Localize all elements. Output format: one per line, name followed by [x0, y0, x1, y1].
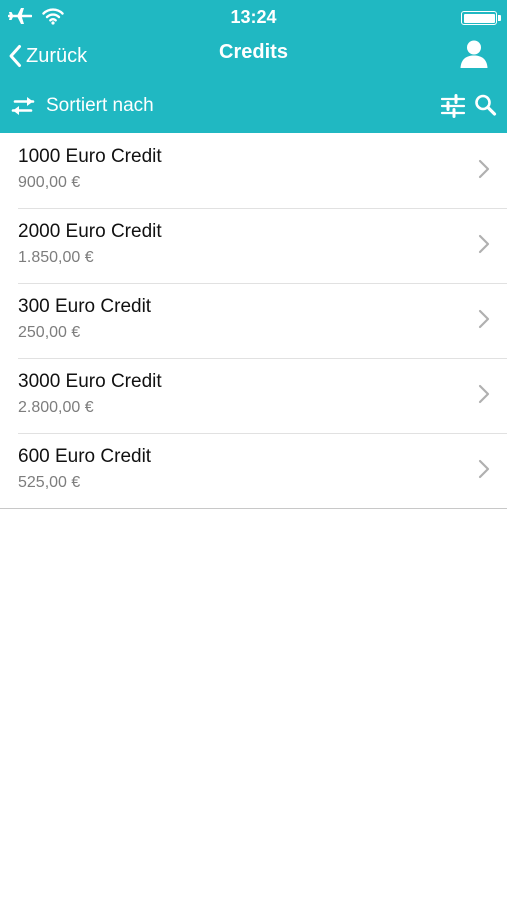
credits-list: 1000 Euro Credit 900,00 € 2000 Euro Cred… [0, 133, 507, 509]
item-title: 300 Euro Credit [18, 296, 152, 317]
chevron-left-icon [9, 45, 21, 67]
list-item[interactable]: 1000 Euro Credit 900,00 € [0, 133, 507, 208]
list-item[interactable]: 300 Euro Credit 250,00 € [0, 283, 507, 358]
list-item[interactable]: 600 Euro Credit 525,00 € [0, 433, 507, 508]
app-header: 13:24 Zurück Credits Sortiert nach [0, 0, 507, 133]
list-item[interactable]: 2000 Euro Credit 1.850,00 € [0, 208, 507, 283]
item-price: 525,00 € [18, 474, 81, 491]
search-button[interactable] [473, 92, 499, 120]
battery-icon [461, 11, 501, 25]
navigation-bar: Zurück Credits [0, 34, 507, 78]
person-icon [460, 40, 488, 68]
chevron-right-icon [478, 309, 490, 329]
item-price: 900,00 € [18, 174, 81, 191]
filter-button[interactable] [439, 92, 467, 120]
swap-arrows-icon [11, 97, 35, 115]
sort-button[interactable]: Sortiert nach [10, 90, 154, 122]
item-title: 600 Euro Credit [18, 446, 152, 467]
list-item[interactable]: 3000 Euro Credit 2.800,00 € [0, 358, 507, 433]
sort-filter-toolbar: Sortiert nach [0, 80, 507, 132]
item-price: 2.800,00 € [18, 399, 94, 416]
back-button[interactable]: Zurück [8, 39, 87, 73]
item-title: 1000 Euro Credit [18, 146, 162, 167]
status-bar: 13:24 [0, 0, 507, 34]
chevron-right-icon [478, 384, 490, 404]
search-icon [475, 94, 497, 116]
item-title: 3000 Euro Credit [18, 371, 162, 392]
item-price: 1.850,00 € [18, 249, 94, 266]
chevron-right-icon [478, 459, 490, 479]
chevron-right-icon [478, 234, 490, 254]
sliders-icon [440, 94, 466, 118]
status-time: 13:24 [230, 7, 277, 27]
item-title: 2000 Euro Credit [18, 221, 162, 242]
sort-label: Sortiert nach [46, 95, 154, 116]
back-label: Zurück [26, 44, 88, 67]
item-price: 250,00 € [18, 324, 81, 341]
account-button[interactable] [457, 37, 491, 71]
chevron-right-icon [478, 159, 490, 179]
